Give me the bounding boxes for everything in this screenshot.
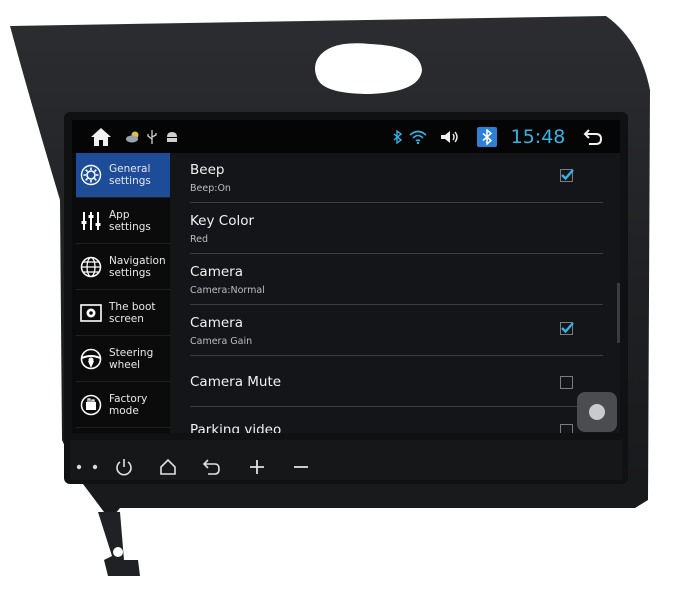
steering-wheel-icon <box>79 347 103 371</box>
setting-title: Camera Mute <box>190 374 282 390</box>
bluetooth-button-icon[interactable] <box>474 120 500 153</box>
setting-title: Camera <box>190 315 243 331</box>
screen: 15:48 General settings App settings Navi… <box>72 120 620 433</box>
checkmark-icon <box>561 169 574 181</box>
setting-row-camera-gain[interactable]: Camera Camera Gain <box>190 306 603 356</box>
setting-row-camera[interactable]: Camera Camera:Normal <box>190 255 603 305</box>
sidebar-item-boot-screen[interactable]: The boot screen <box>76 291 170 336</box>
wifi-icon <box>408 120 428 153</box>
setting-row-parking-video[interactable]: Parking video <box>190 408 603 433</box>
hw-home-icon[interactable] <box>156 455 180 479</box>
head-unit-device: 15:48 General settings App settings Navi… <box>0 0 680 591</box>
sidebar-item-label: Steering wheel <box>109 347 154 371</box>
globe-icon <box>79 255 103 279</box>
status-bar: 15:48 <box>72 120 620 153</box>
setting-subtitle: Camera Gain <box>190 336 253 347</box>
sidebar-item-steering-wheel[interactable]: Steering wheel <box>76 337 170 382</box>
image-icon <box>79 301 103 325</box>
usb-icon <box>146 120 158 153</box>
camera-mute-checkbox[interactable] <box>560 376 573 389</box>
clock: 15:48 <box>510 125 566 148</box>
scrollbar[interactable] <box>617 283 620 343</box>
sidebar-item-label: Factory mode <box>109 393 148 417</box>
sidebar-item-label: The boot screen <box>109 301 156 325</box>
android-icon <box>164 120 180 153</box>
setting-title: Beep <box>190 162 225 178</box>
sidebar-item-label: Navigation settings <box>109 255 166 279</box>
sidebar-item-label: App settings <box>109 209 151 233</box>
sidebar-item-navigation-settings[interactable]: Navigation settings <box>76 245 170 290</box>
setting-title: Parking video <box>190 422 282 433</box>
power-icon[interactable] <box>112 455 136 479</box>
setting-title: Key Color <box>190 213 255 229</box>
sidebar-item-general-settings[interactable]: General settings <box>76 153 170 198</box>
setting-row-beep[interactable]: Beep Beep:On <box>190 153 603 203</box>
setting-row-camera-mute[interactable]: Camera Mute <box>190 357 603 407</box>
sidebar: General settings App settings Navigation… <box>72 153 170 433</box>
setting-row-key-color[interactable]: Key Color Red <box>190 204 603 254</box>
setting-subtitle: Beep:On <box>190 183 231 194</box>
back-icon[interactable] <box>578 120 608 153</box>
camera-gain-checkbox[interactable] <box>560 322 574 335</box>
factory-icon <box>79 393 103 417</box>
setting-title: Camera <box>190 264 243 280</box>
dot-icon <box>74 455 84 479</box>
bluetooth-small-icon <box>390 120 404 153</box>
setting-subtitle: Red <box>190 234 209 245</box>
checkmark-icon <box>561 322 574 334</box>
home-icon[interactable] <box>86 120 116 153</box>
hw-back-icon[interactable] <box>200 455 224 479</box>
gear-icon <box>79 163 103 187</box>
sidebar-item-app-settings[interactable]: App settings <box>76 199 170 244</box>
settings-list: Beep Beep:On Key Color Red Camera Camera… <box>170 153 620 433</box>
plus-icon[interactable] <box>245 455 269 479</box>
weather-icon <box>124 120 142 153</box>
volume-icon[interactable] <box>439 120 461 153</box>
dot-icon <box>90 455 100 479</box>
beep-checkbox[interactable] <box>560 169 574 182</box>
sidebar-item-factory-mode[interactable]: Factory mode <box>76 383 170 428</box>
floating-assistive-button[interactable] <box>577 392 617 432</box>
sliders-icon <box>79 209 103 233</box>
minus-icon[interactable] <box>289 455 313 479</box>
setting-subtitle: Camera:Normal <box>190 285 265 296</box>
sidebar-item-label: General settings <box>109 163 151 187</box>
parking-video-checkbox[interactable] <box>560 424 573 433</box>
